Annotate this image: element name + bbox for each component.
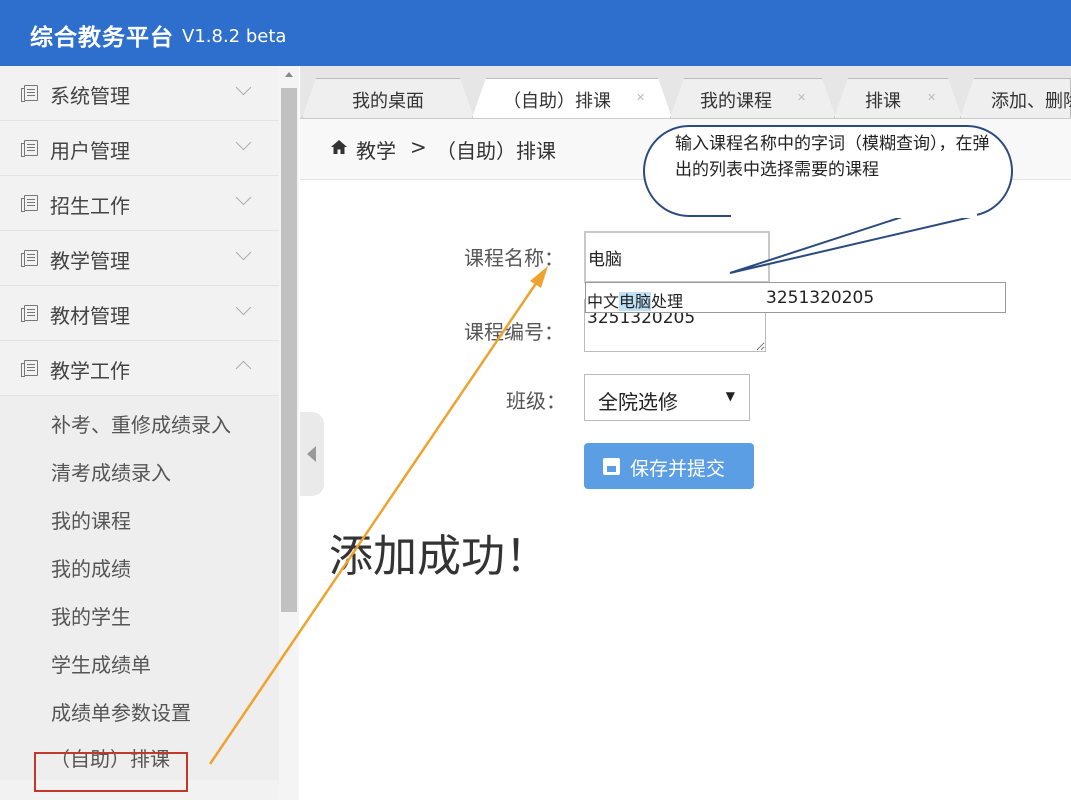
sidebar-menu-system[interactable]: 系统管理: [0, 66, 279, 121]
autocomplete-option[interactable]: 中文电脑处理 3251320205: [586, 283, 1005, 312]
course-code-label: 课程编号：: [464, 320, 564, 344]
document-icon: [21, 305, 38, 322]
sidebar-item-label: 成绩单参数设置: [51, 701, 191, 725]
sidebar-item-transcript[interactable]: 学生成绩单: [0, 636, 279, 684]
class-select[interactable]: 全院选修 ▼: [584, 374, 750, 421]
close-icon[interactable]: ✕: [636, 91, 645, 104]
autocomplete-dropdown: 中文电脑处理 3251320205: [585, 282, 1006, 313]
tab-add-delete[interactable]: 添加、删除: [960, 78, 1071, 118]
active-item-highlight: [34, 752, 188, 792]
caret-down-icon: ▼: [725, 389, 735, 403]
save-icon: [603, 458, 620, 475]
sidebar-item-label: 学生成绩单: [51, 653, 151, 677]
app-title: 综合教务平台: [30, 25, 174, 51]
tab-bar: 我的桌面 （自助）排课 ✕ 我的课程 ✕ 排课 ✕ 添加、删除: [300, 66, 1071, 119]
success-message: 添加成功！: [329, 531, 549, 582]
class-select-value: 全院选修: [598, 390, 678, 414]
sidebar-menu-label: 用户管理: [50, 139, 130, 163]
chevron-up-icon: [235, 360, 252, 377]
chevron-down-icon: [235, 244, 252, 261]
sidebar-item-transcript-settings[interactable]: 成绩单参数设置: [0, 684, 279, 732]
breadcrumb-root[interactable]: 教学: [356, 135, 396, 164]
tab-label: 我的桌面: [352, 91, 424, 112]
chevron-down-icon: [235, 79, 252, 96]
save-submit-button[interactable]: 保存并提交: [584, 443, 754, 489]
document-icon: [21, 195, 38, 212]
callout-bubble: 输入课程名称中的字词（模糊查询），在弹出的列表中选择需要的课程: [643, 125, 1013, 217]
home-icon: [331, 140, 347, 154]
course-name-input[interactable]: [584, 231, 770, 283]
tab-my-desktop[interactable]: 我的桌面: [302, 78, 474, 118]
sidebar-submenu: 补考、重修成绩录入 清考成绩录入 我的课程 我的成绩 我的学生 学生成绩单 成绩…: [0, 396, 279, 780]
close-icon[interactable]: ✕: [927, 91, 936, 104]
sidebar-item-label: 我的成绩: [51, 557, 131, 581]
tab-label: （自助）排课: [503, 91, 611, 112]
tab-scheduling[interactable]: 排课 ✕: [834, 78, 962, 118]
callout-text: 输入课程名称中的字词（模糊查询），在弹出的列表中选择需要的课程: [675, 134, 990, 180]
document-icon: [21, 85, 38, 102]
sidebar-collapse-handle[interactable]: [300, 412, 324, 496]
scroll-up-icon[interactable]: [285, 72, 293, 77]
document-icon: [21, 250, 38, 267]
tab-label: 添加、删除: [991, 91, 1071, 112]
tab-label: 我的课程: [700, 91, 772, 112]
sidebar-item-label: 补考、重修成绩录入: [51, 413, 231, 437]
sidebar-item-label: 我的课程: [51, 509, 131, 533]
breadcrumb-current: （自助）排课: [436, 139, 556, 163]
sidebar-item-label: 我的学生: [51, 605, 131, 629]
sidebar-menu-teaching-work[interactable]: 教学工作: [0, 341, 279, 396]
sidebar-scrollbar[interactable]: [279, 66, 299, 800]
close-icon[interactable]: ✕: [797, 91, 806, 104]
sidebar-menu-users[interactable]: 用户管理: [0, 121, 279, 176]
sidebar-item-my-students[interactable]: 我的学生: [0, 588, 279, 636]
document-icon: [21, 140, 38, 157]
sidebar-item-label: 清考成绩录入: [51, 461, 171, 485]
sidebar-item-clearance-grades[interactable]: 清考成绩录入: [0, 444, 279, 492]
document-icon: [21, 360, 38, 377]
sidebar-menu-teaching-management[interactable]: 教学管理: [0, 231, 279, 286]
course-name-label: 课程名称：: [464, 246, 564, 270]
tab-self-scheduling[interactable]: （自助）排课 ✕: [472, 78, 672, 118]
sidebar-item-my-grades[interactable]: 我的成绩: [0, 540, 279, 588]
suggestion-match: 电脑: [619, 292, 652, 311]
class-label: 班级：: [506, 389, 566, 413]
chevron-down-icon: [235, 134, 252, 151]
sidebar: 系统管理 用户管理 招生工作 教学管理 教材管理 教学工作 补考、重修成绩录入 …: [0, 66, 279, 800]
sidebar-menu-textbooks[interactable]: 教材管理: [0, 286, 279, 341]
scrollbar-thumb[interactable]: [281, 88, 297, 612]
chevron-left-icon: [307, 446, 316, 462]
suggestion-name: 中文电脑处理: [587, 292, 684, 311]
sidebar-item-my-courses[interactable]: 我的课程: [0, 492, 279, 540]
chevron-down-icon: [235, 189, 252, 206]
save-submit-label: 保存并提交: [630, 458, 726, 480]
sidebar-item-makeup-grades[interactable]: 补考、重修成绩录入: [0, 396, 279, 444]
sidebar-menu-label: 教材管理: [50, 304, 130, 328]
sidebar-menu-label: 教学工作: [50, 359, 130, 383]
sidebar-menu-label: 招生工作: [50, 194, 130, 218]
breadcrumb-separator: >: [410, 135, 427, 159]
chevron-down-icon: [235, 299, 252, 316]
app-version: V1.8.2 beta: [182, 26, 287, 47]
app-header: 综合教务平台 V1.8.2 beta: [0, 0, 1071, 66]
sidebar-menu-label: 系统管理: [50, 84, 130, 108]
tab-label: 排课: [865, 91, 901, 112]
sidebar-menu-label: 教学管理: [50, 249, 130, 273]
sidebar-menu-admissions[interactable]: 招生工作: [0, 176, 279, 231]
suggestion-code: 3251320205: [766, 288, 875, 308]
callout-tail-join: [731, 214, 977, 218]
tab-my-courses[interactable]: 我的课程 ✕: [670, 78, 836, 118]
